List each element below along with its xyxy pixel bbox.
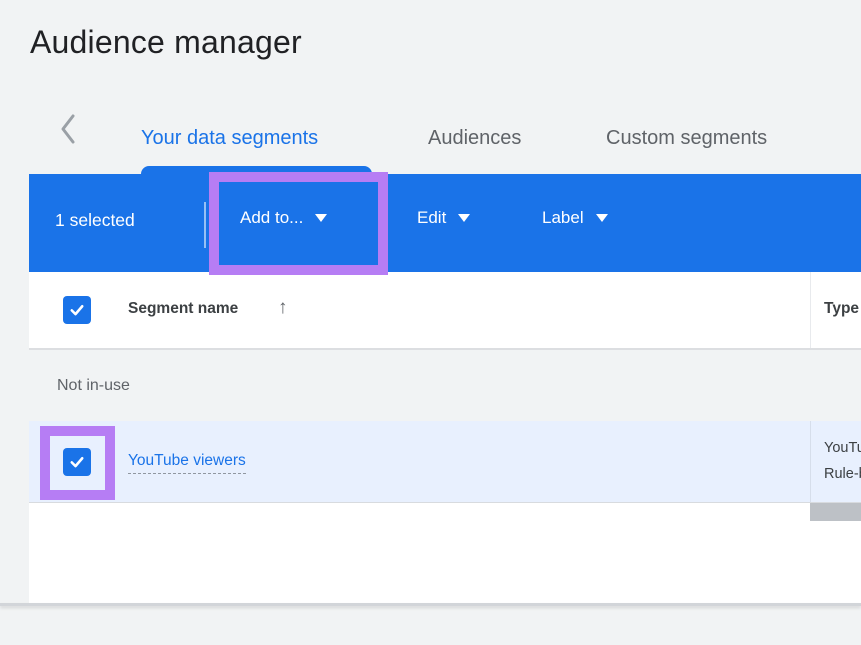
chevron-down-icon <box>596 214 608 222</box>
chevron-down-icon <box>315 214 327 222</box>
select-all-checkbox[interactable] <box>63 296 91 324</box>
card-bottom-border <box>0 603 861 606</box>
segment-type-line2: Rule-based <box>824 461 861 487</box>
selected-count: 1 selected <box>55 210 135 231</box>
table-empty-area <box>29 503 861 603</box>
segment-type-line1: YouTube <box>824 435 861 461</box>
column-header-segment-name[interactable]: Segment name <box>128 300 238 318</box>
selection-toolbar: 1 selected Add to... Edit Label <box>29 174 861 272</box>
chevron-down-icon <box>458 214 470 222</box>
tab-your-data-segments[interactable]: Your data segments <box>141 127 318 150</box>
label-button-label: Label <box>542 208 584 228</box>
toolbar-divider <box>204 202 206 248</box>
segment-name-link[interactable]: YouTube viewers <box>128 452 246 474</box>
column-divider <box>810 421 811 502</box>
checkmark-icon <box>68 301 86 319</box>
column-divider <box>810 272 811 348</box>
row-checkbox[interactable] <box>63 448 91 476</box>
segment-type-cell: YouTube Rule-based <box>824 435 861 487</box>
add-to-button[interactable]: Add to... <box>240 208 327 228</box>
add-to-button-label: Add to... <box>240 208 303 228</box>
column-header-type[interactable]: Type <box>824 300 859 318</box>
sort-ascending-icon[interactable]: ↑ <box>278 297 288 319</box>
checkmark-icon <box>68 453 86 471</box>
horizontal-scrollbar-thumb[interactable] <box>810 503 861 521</box>
page-title: Audience manager <box>30 24 302 61</box>
group-label-not-in-use: Not in-use <box>57 377 130 395</box>
tab-custom-segments[interactable]: Custom segments <box>606 127 767 150</box>
audience-manager-page: Audience manager Your data segments Audi… <box>0 0 861 645</box>
edit-button[interactable]: Edit <box>417 208 470 228</box>
label-button[interactable]: Label <box>542 208 608 228</box>
segment-table-row[interactable]: YouTube viewers YouTube Rule-based <box>29 421 861 503</box>
tab-audiences[interactable]: Audiences <box>428 127 521 150</box>
edit-button-label: Edit <box>417 208 446 228</box>
back-chevron-icon[interactable] <box>58 113 78 145</box>
table-header-row: Segment name ↑ Type <box>29 272 861 350</box>
